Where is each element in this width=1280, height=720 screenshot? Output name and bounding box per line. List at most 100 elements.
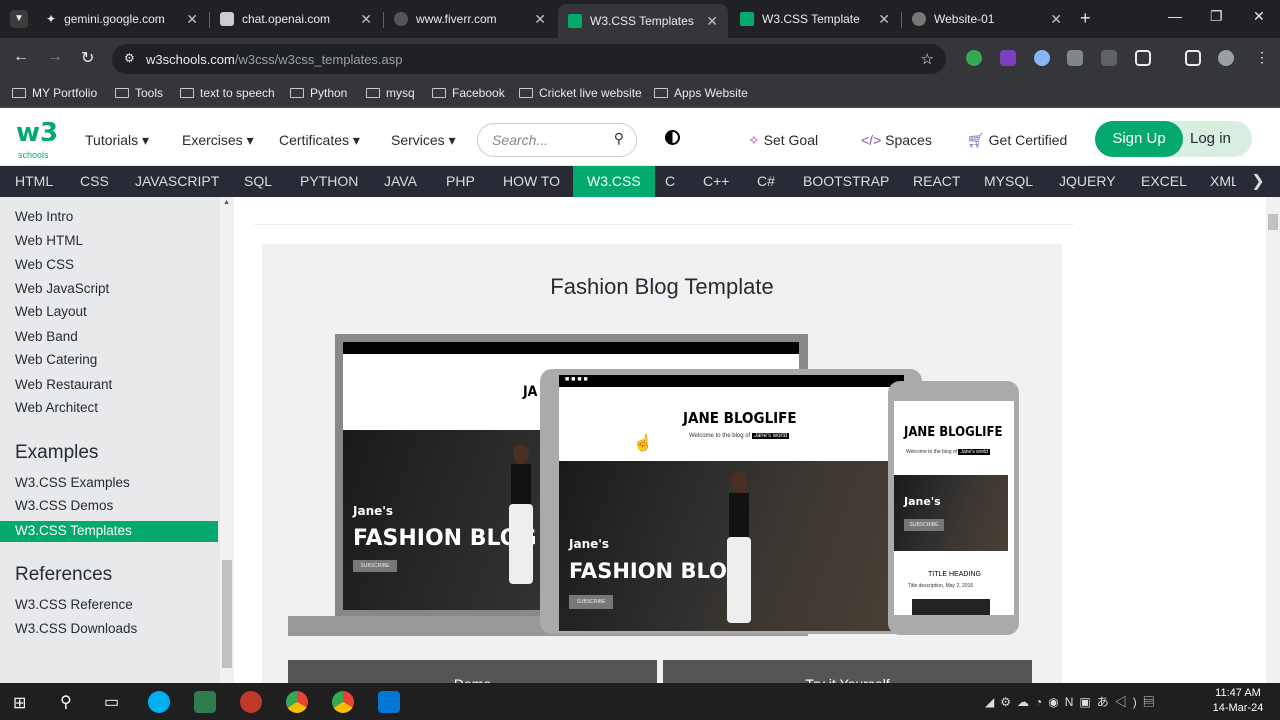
- set-goal-link[interactable]: ✧ Set Goal: [748, 132, 818, 149]
- windows-start-icon[interactable]: ⊞: [13, 693, 26, 713]
- topnav-excel[interactable]: EXCEL: [1141, 166, 1187, 197]
- sidebar-item-web-band[interactable]: Web Band: [15, 329, 78, 344]
- spaces-link[interactable]: </> Spaces: [861, 132, 932, 148]
- more-menu-icon[interactable]: ⋮: [1255, 49, 1269, 66]
- sidebar-item-web-javascript[interactable]: Web JavaScript: [15, 281, 109, 296]
- topnav-php[interactable]: PHP: [446, 166, 475, 197]
- sidebar-item-web-html[interactable]: Web HTML: [15, 233, 83, 248]
- sidebar-item-web-restaurant[interactable]: Web Restaurant: [15, 377, 112, 392]
- bookmark-folder[interactable]: Python: [290, 86, 347, 100]
- extensions-puzzle-icon[interactable]: [1135, 50, 1151, 66]
- profile-avatar-icon[interactable]: [1218, 50, 1234, 66]
- extension-paw-icon[interactable]: [1034, 50, 1050, 66]
- sidebar-item-web-catering[interactable]: Web Catering: [15, 352, 97, 367]
- bookmark-folder[interactable]: Facebook: [432, 86, 505, 100]
- url-field[interactable]: ⚙ w3schools.com/w3css/w3css_templates.as…: [112, 44, 946, 74]
- system-clock[interactable]: 11:47 AM 14-Mar-24: [1208, 686, 1268, 716]
- topnav-java[interactable]: JAVA: [384, 166, 417, 197]
- topnav-sql[interactable]: SQL: [244, 166, 272, 197]
- tab-gemini[interactable]: ✦ gemini.google.com ✕: [36, 4, 208, 34]
- bookmark-folder[interactable]: Cricket live website: [519, 86, 642, 100]
- main-scrollbar-thumb[interactable]: [1268, 214, 1278, 230]
- sidebar-item-w3css-templates[interactable]: W3.CSS Templates: [15, 523, 132, 538]
- get-certified-link[interactable]: 🛒︎ Get Certified: [967, 132, 1067, 149]
- topnav-w3css[interactable]: W3.CSS: [573, 166, 655, 197]
- search-input[interactable]: Search... ⚲: [477, 123, 637, 157]
- close-icon[interactable]: ✕: [706, 13, 718, 30]
- sidebar-scrollbar-thumb[interactable]: [222, 560, 232, 668]
- sidebar-item-w3css-reference[interactable]: W3.CSS Reference: [15, 597, 133, 612]
- topnav-xml[interactable]: XML: [1210, 166, 1239, 197]
- tab-w3css-template[interactable]: W3.CSS Template ✕: [730, 4, 900, 34]
- minimize-icon[interactable]: —: [1168, 8, 1182, 24]
- menu-certificates[interactable]: Certificates ▾: [279, 132, 360, 149]
- close-icon[interactable]: ✕: [1050, 11, 1062, 28]
- topnav-bootstrap[interactable]: BOOTSTRAP: [803, 166, 889, 197]
- task-view-icon[interactable]: ▭: [104, 692, 119, 712]
- topnav-python[interactable]: PYTHON: [300, 166, 358, 197]
- bookmark-folder[interactable]: mysq: [366, 86, 415, 100]
- window-close-icon[interactable]: ✕: [1253, 8, 1265, 25]
- chrome-icon[interactable]: [286, 691, 308, 713]
- w3schools-logo[interactable]: w3 schools: [16, 118, 58, 162]
- restore-icon[interactable]: ❐: [1210, 8, 1223, 25]
- tab-fiverr[interactable]: www.fiverr.com ✕: [384, 4, 556, 34]
- bookmark-folder[interactable]: Apps Website: [654, 86, 748, 100]
- extension-cs-icon[interactable]: [1000, 50, 1016, 66]
- bookmark-folder[interactable]: MY Portfolio: [12, 86, 97, 100]
- topnav-html[interactable]: HTML: [15, 166, 53, 197]
- reload-icon[interactable]: ↻: [81, 48, 94, 68]
- close-icon[interactable]: ✕: [534, 11, 546, 28]
- chrome-active-icon[interactable]: [332, 691, 354, 713]
- tab-w3css-templates[interactable]: W3.CSS Templates ✕: [558, 4, 728, 38]
- topnav-jquery[interactable]: JQUERY: [1059, 166, 1116, 197]
- sidebar-scroll-up-icon[interactable]: ▲: [223, 199, 230, 206]
- bookmark-folder[interactable]: Tools: [115, 86, 163, 100]
- extension-translate-icon[interactable]: [1067, 50, 1083, 66]
- sidebar-item-web-architect[interactable]: Web Architect: [15, 400, 98, 415]
- close-icon[interactable]: ✕: [186, 11, 198, 28]
- app-green-icon[interactable]: [194, 691, 216, 713]
- bookmark-star-icon[interactable]: ☆: [921, 50, 934, 68]
- sign-up-button[interactable]: Sign Up: [1095, 121, 1183, 157]
- topnav-mysql[interactable]: MYSQL: [984, 166, 1033, 197]
- topnav-javascript[interactable]: JAVASCRIPT: [135, 166, 219, 197]
- site-settings-icon[interactable]: ⚙: [124, 51, 135, 65]
- extension-green-icon[interactable]: [966, 50, 982, 66]
- skype-icon[interactable]: [148, 691, 170, 713]
- sidebar-item-web-css[interactable]: Web CSS: [15, 257, 74, 272]
- topnav-csharp[interactable]: C#: [757, 166, 775, 197]
- topnav-next-chevron-icon[interactable]: ❯: [1236, 166, 1280, 197]
- vscode-icon[interactable]: [378, 691, 400, 713]
- bookmark-folder[interactable]: text to speech: [180, 86, 275, 100]
- extension-pen-icon[interactable]: [1101, 50, 1117, 66]
- sidebar-item-web-intro[interactable]: Web Intro: [15, 209, 73, 224]
- close-icon[interactable]: ✕: [878, 11, 890, 28]
- forward-arrow-icon[interactable]: →: [47, 48, 63, 66]
- tab-chatgpt[interactable]: chat.openai.com ✕: [210, 4, 382, 34]
- topnav-css[interactable]: CSS: [80, 166, 109, 197]
- tab-website-01[interactable]: Website-01 ✕: [902, 4, 1072, 34]
- menu-services[interactable]: Services ▾: [391, 132, 456, 149]
- search-icon[interactable]: ⚲: [614, 130, 624, 147]
- topnav-c[interactable]: C: [665, 166, 675, 197]
- tray-icons[interactable]: ◢⚙☁◔◉N▣あ◁)▤: [985, 693, 1161, 710]
- back-arrow-icon[interactable]: ←: [13, 48, 29, 66]
- menu-tutorials[interactable]: Tutorials ▾: [85, 132, 149, 149]
- tab-search-chevron-icon[interactable]: ▼: [10, 10, 28, 28]
- main-scrollbar[interactable]: [1266, 197, 1280, 683]
- close-icon[interactable]: ✕: [360, 11, 372, 28]
- contrast-toggle-icon[interactable]: [665, 130, 680, 145]
- side-panel-icon[interactable]: [1185, 50, 1201, 66]
- sidebar-item-w3css-demos[interactable]: W3.CSS Demos: [15, 498, 113, 513]
- sidebar-item-w3css-examples[interactable]: W3.CSS Examples: [15, 475, 130, 490]
- sidebar-item-w3css-downloads[interactable]: W3.CSS Downloads: [15, 621, 137, 636]
- sidebar-item-web-layout[interactable]: Web Layout: [15, 304, 87, 319]
- topnav-cpp[interactable]: C++: [703, 166, 729, 197]
- topnav-react[interactable]: REACT: [913, 166, 960, 197]
- menu-exercises[interactable]: Exercises ▾: [182, 132, 254, 149]
- new-tab-plus-icon[interactable]: +: [1080, 8, 1091, 29]
- app-red-icon[interactable]: [240, 691, 262, 713]
- topnav-how-to[interactable]: HOW TO: [503, 166, 560, 197]
- search-icon[interactable]: ⚲: [60, 692, 72, 712]
